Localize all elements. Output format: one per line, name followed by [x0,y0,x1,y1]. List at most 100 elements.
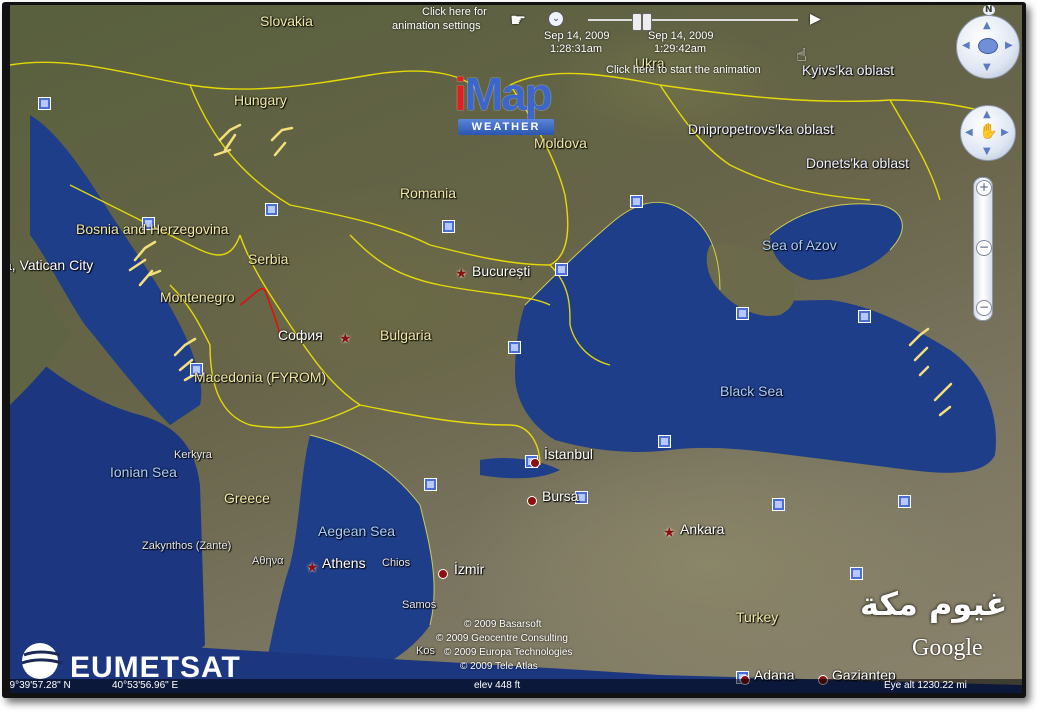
map-viewport[interactable]: ★ ★ ★ ★ Slovakia Hungary Ukra Kyivs'ka o… [10,5,1022,693]
label-serbia: Serbia [248,251,289,267]
label-romania: Romania [400,185,457,201]
weather-marker[interactable] [850,567,863,580]
label-dnipro: Dnipropetrovs'ka oblast [688,121,834,137]
capital-star-sofia[interactable]: ★ [339,332,352,346]
label-kyivska: Kyivs'ka oblast [802,62,895,78]
arabic-watermark: غيوم مكة [860,585,1008,623]
capital-star-bucuresti[interactable]: ★ [455,267,468,281]
time-slider[interactable]: ▶ [588,11,821,31]
label-hungary: Hungary [234,92,287,108]
move-right-arrow-icon[interactable]: ▶ [1001,127,1009,138]
zoom-out-button[interactable]: − [976,300,992,316]
look-down-arrow-icon[interactable]: ▼ [983,62,991,73]
pointing-hand-icon: ☛ [510,10,527,31]
look-up-arrow-icon[interactable]: ▲ [983,20,991,31]
move-left-arrow-icon[interactable]: ◀ [965,127,973,138]
label-kerkyra: Kerkyra [174,449,212,461]
copyright-line: © 2009 Basarsoft [464,619,542,630]
copyright-line: © 2009 Europa Technologies [444,647,573,658]
status-eye-altitude: Eye alt 1230.22 mi [884,680,967,691]
look-control[interactable]: ▲ ▼ ◀ ▶ [956,15,1020,79]
copyright-block: © 2009 Basarsoft © 2009 Geocentre Consul… [430,619,610,679]
eumetsat-emblem-icon [21,643,63,679]
city-dot-bursa[interactable] [527,496,537,506]
label-chios: Chios [382,557,411,569]
label-black-sea: Black Sea [720,383,784,399]
label-athens-greek: Αθηνα [252,555,284,567]
eumetsat-logo: EUMETSAT [18,639,240,684]
label-slovakia: Slovakia [260,13,313,29]
start-animation-link[interactable]: Click here to start the animation [606,64,761,76]
capital-star-athens[interactable]: ★ [306,561,319,575]
weather-marker[interactable] [858,310,871,323]
compass-north-label[interactable]: N [983,5,995,15]
label-bucuresti: București [472,263,531,279]
weather-marker[interactable] [508,341,521,354]
window-frame: ★ ★ ★ ★ Slovakia Hungary Ukra Kyivs'ka o… [2,2,1026,698]
label-montenegro: Montenegro [160,289,235,305]
imap-wordmark: iMap [454,67,553,121]
time-slider-end-handle[interactable] [642,13,652,31]
label-donetsk: Donets'ka oblast [806,155,910,171]
animation-settings-line1: Click here for [422,6,487,18]
weather-marker[interactable] [424,478,437,491]
weather-marker[interactable] [772,498,785,511]
status-latitude: 49°39'57.28" N [10,680,71,691]
time-end-time: 1:29:42am [654,43,706,55]
move-control[interactable]: ▲ ▼ ◀ ▶ ✋ [960,105,1016,161]
hand-icon: ✋ [979,122,998,140]
label-turkey: Turkey [736,609,779,625]
weather-marker[interactable] [898,495,911,508]
label-vatican: a, Vatican City [10,257,94,273]
label-moldova: Moldova [534,135,587,151]
weather-marker[interactable] [736,307,749,320]
clock-icon[interactable]: ⌄ [548,11,564,27]
time-slider-track [588,19,798,21]
label-sofia: София [278,327,323,343]
imap-i: i [454,68,467,120]
weather-marker[interactable] [630,195,643,208]
label-greece: Greece [224,490,270,506]
zoom-handle[interactable]: − [976,240,992,256]
imap-weather-badge: WEATHER [458,119,554,135]
status-bar: 49°39'57.28" N 40°53'56.96" E elev 448 f… [10,679,1022,693]
weather-marker[interactable] [265,203,278,216]
move-down-arrow-icon[interactable]: ▼ [983,146,991,157]
pointing-up-hand-icon: ☝ [796,45,807,66]
time-end-date: Sep 14, 2009 [648,30,714,42]
look-left-arrow-icon[interactable]: ◀ [962,40,970,51]
label-bursa: Bursa [542,488,579,504]
google-logo: Google [912,635,983,661]
city-dot-istanbul[interactable] [530,458,540,468]
label-sea-of-azov: Sea of Azov [762,237,837,253]
copyright-line: © 2009 Tele Atlas [460,661,538,672]
capital-star-ankara[interactable]: ★ [663,526,676,540]
copyright-line: © 2009 Geocentre Consulting [436,633,568,644]
highlight-border [239,287,281,336]
label-bosnia: Bosnia and Herzegovina [76,221,229,237]
animation-settings-line2: animation settings [392,20,481,32]
weather-marker[interactable] [38,97,51,110]
label-istanbul: İstanbul [544,446,594,462]
label-samos: Samos [402,599,437,611]
weather-marker[interactable] [555,263,568,276]
label-izmir: İzmir [454,561,485,577]
zoom-in-button[interactable]: + [976,180,992,196]
status-longitude: 40°53'56.96" E [112,680,179,691]
time-slider-start-handle[interactable] [632,13,642,31]
move-up-arrow-icon[interactable]: ▲ [983,109,991,120]
imap-rest: Map [464,68,553,120]
city-dot-izmir[interactable] [438,569,448,579]
animation-settings-link[interactable]: Click here for animation settings ☛ [392,6,542,36]
label-athens: Athens [322,555,366,571]
label-zakynthos: Zakynthos (Zante) [142,540,232,552]
weather-marker[interactable] [442,220,455,233]
weather-marker[interactable] [658,435,671,448]
imap-weather-logo: iMap WEATHER [454,67,594,137]
look-right-arrow-icon[interactable]: ▶ [1005,40,1013,51]
black-sea [515,202,996,473]
label-ionian-sea: Ionian Sea [110,464,177,480]
play-icon[interactable]: ▶ [810,11,821,27]
time-start-time: 1:28:31am [550,43,602,55]
zoom-slider[interactable]: + − − [973,177,993,321]
